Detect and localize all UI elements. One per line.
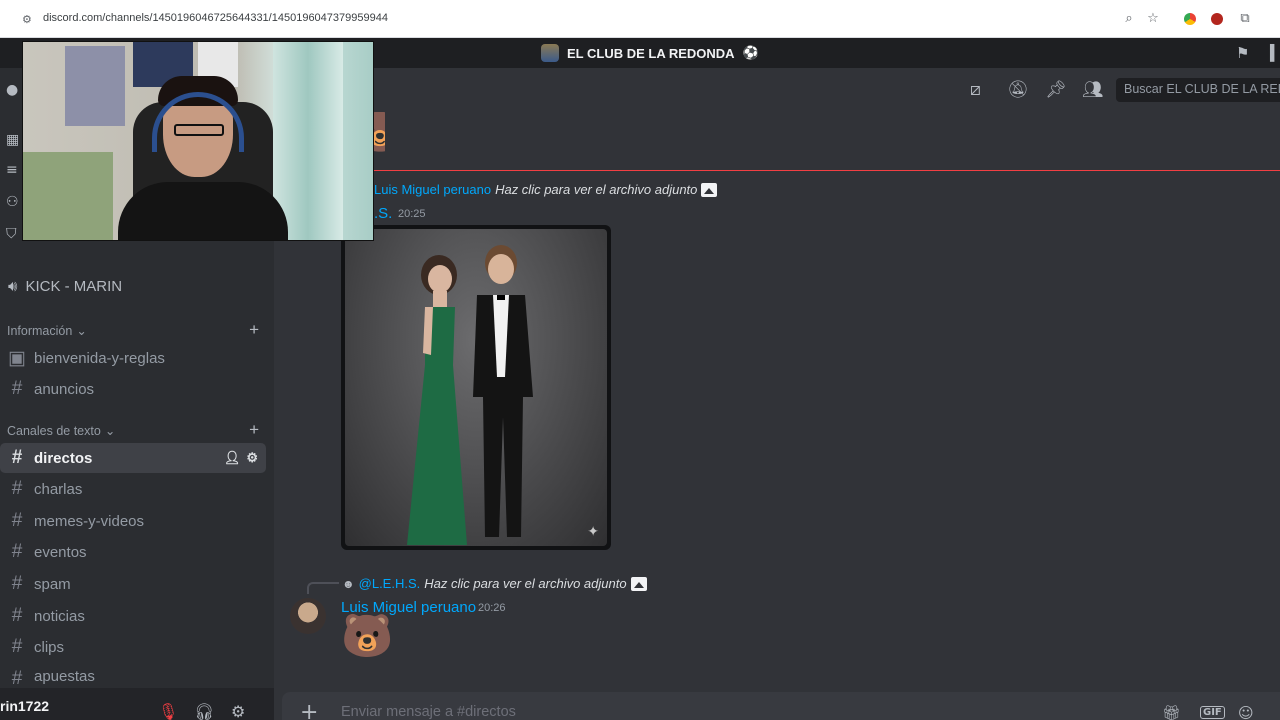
extension-red-icon[interactable] — [1211, 13, 1223, 25]
reply-text: Haz clic para ver el archivo adjunto — [424, 576, 627, 591]
hash-icon: # — [11, 541, 23, 562]
invite-icon[interactable]: 👤︎ — [224, 450, 241, 466]
message-timestamp: 20:25 — [398, 208, 426, 220]
category-informacion[interactable]: Información ⌄ + — [7, 320, 259, 340]
channel-memes-y-videos[interactable]: # memes-y-videos — [0, 506, 266, 536]
category-label: Información — [7, 323, 73, 338]
channel-directos[interactable]: # directos 👤︎ ⚙ — [0, 443, 266, 473]
member-list-icon[interactable]: 👥︎ — [1082, 80, 1104, 100]
gear-icon[interactable]: ⚙ — [246, 450, 258, 466]
channel-spam[interactable]: # spam — [0, 569, 266, 599]
menu-icon[interactable]: ▍ — [1270, 44, 1280, 62]
channel-label: charlas — [34, 480, 83, 498]
hash-icon: # — [11, 605, 23, 626]
notification-muted-icon[interactable]: 🔕︎ — [1007, 80, 1029, 100]
channel-label: clips — [34, 638, 65, 656]
username[interactable]: rin1722 — [0, 698, 49, 714]
chevron-down-icon: ⌄ — [104, 424, 116, 438]
server-name: EL CLUB DE LA REDONDA — [567, 45, 735, 61]
soccer-ball-icon: ⚽ — [742, 45, 759, 60]
hash-icon: # — [11, 447, 23, 468]
star-icon[interactable]: ☆ — [1145, 11, 1161, 26]
channel-label: noticias — [34, 607, 85, 625]
user-panel: rin1722 🎙︎ 🎧︎ ⚙ — [0, 688, 274, 720]
channel-eventos[interactable]: # eventos — [0, 537, 266, 567]
hash-icon: # — [11, 510, 23, 531]
category-label: Canales de texto — [7, 423, 101, 438]
channel-charlas[interactable]: # charlas — [0, 474, 266, 504]
reply-reference[interactable]: ☻ @L.E.H.S. Haz clic para ver el archivo… — [342, 576, 647, 591]
man-figure — [473, 245, 533, 537]
reply-mention[interactable]: @L.E.H.S. — [359, 576, 421, 591]
streamer — [118, 76, 288, 240]
add-channel-icon[interactable]: + — [249, 420, 259, 440]
hash-icon: # — [11, 636, 23, 657]
channel-label: bienvenida-y-reglas — [34, 349, 165, 367]
hash-icon: # — [11, 378, 23, 399]
extension-chrome-icon[interactable] — [1184, 13, 1196, 25]
new-messages-divider — [274, 170, 1280, 171]
sticker-icon[interactable]: ☺ — [1238, 704, 1254, 720]
sparkle-icon: ✦ — [587, 524, 599, 540]
image-attachment-icon — [701, 182, 718, 197]
webcam-overlay — [22, 41, 374, 241]
channel-noticias[interactable]: # noticias — [0, 601, 266, 631]
couple-photo: ✦ — [345, 229, 607, 546]
add-attachment-icon[interactable]: + — [300, 700, 318, 720]
url-text[interactable]: discord.com/channels/1450196046725644331… — [43, 12, 388, 24]
channel-anuncios[interactable]: # anuncios — [0, 374, 266, 404]
channel-label: directos — [34, 449, 93, 467]
message-input[interactable]: Enviar mensaje a #directos — [341, 704, 516, 720]
category-canales-de-texto[interactable]: Canales de texto ⌄ + — [7, 420, 259, 440]
channel-label: anuncios — [34, 380, 95, 398]
voice-channel-label: KICK - MARIN — [25, 278, 123, 295]
speaker-icon: 🔊︎ — [8, 278, 18, 295]
gift-icon[interactable]: 🎁︎ — [1162, 704, 1181, 720]
channel-bienvenida-y-reglas[interactable]: ▣ bienvenida-y-reglas — [0, 343, 266, 373]
reply-text: Haz clic para ver el archivo adjunto — [495, 182, 698, 197]
chevron-down-icon: ⌄ — [76, 324, 87, 338]
flag-icon[interactable]: ⚑ — [1236, 44, 1249, 62]
image-attachment-icon — [630, 576, 647, 591]
channel-clips[interactable]: # clips — [0, 632, 266, 662]
message-timestamp: 20:26 — [478, 602, 506, 614]
avatar[interactable] — [290, 598, 326, 634]
user-settings-gear-icon[interactable]: ⚙ — [231, 702, 245, 720]
threads-icon[interactable]: ⧄ — [970, 80, 981, 100]
reply-avatar-icon: ☻ — [342, 576, 355, 591]
extension-icon[interactable]: ⧉ — [1237, 11, 1253, 26]
browser-address-bar: ⚙ discord.com/channels/14501960467256443… — [0, 0, 1280, 38]
channel-label: apuestas — [34, 668, 95, 685]
reply-spine — [307, 582, 339, 594]
voice-channel-kick-marin[interactable]: 🔊︎ KICK - MARIN — [8, 278, 122, 295]
reply-mention[interactable]: Luis Miguel peruano — [374, 182, 491, 197]
channel-label: spam — [34, 575, 71, 593]
channel-label: memes-y-videos — [34, 512, 145, 530]
mic-muted-icon[interactable]: 🎙︎ — [158, 702, 178, 720]
bear-sticker: 🐻 — [341, 611, 394, 660]
add-channel-icon[interactable]: + — [249, 320, 259, 340]
channel-label: eventos — [34, 543, 87, 561]
image-attachment[interactable]: ✦ — [341, 225, 611, 550]
search-input[interactable]: Buscar EL CLUB DE LA RED — [1116, 78, 1280, 102]
pin-icon[interactable]: 📌︎ — [1045, 80, 1067, 100]
hash-icon: # — [11, 668, 23, 686]
message-composer[interactable]: + Enviar mensaje a #directos 🎁︎ GIF ☺ — [282, 692, 1280, 720]
hash-icon: # — [11, 573, 23, 594]
reply-reference[interactable]: Luis Miguel peruano Haz clic para ver el… — [374, 182, 718, 197]
headphones-icon[interactable]: 🎧︎ — [194, 702, 214, 720]
gif-icon[interactable]: GIF — [1200, 706, 1225, 719]
zoom-icon[interactable]: ⌕ — [1121, 11, 1137, 26]
message-author[interactable]: .S. — [374, 205, 392, 222]
channel-apuestas[interactable]: # apuestas — [0, 664, 266, 686]
tune-icon[interactable]: ⚙ — [22, 13, 32, 26]
rules-icon: ▣ — [8, 347, 26, 369]
hash-icon: # — [11, 478, 23, 499]
server-title: EL CLUB DE LA REDONDA ⚽ — [541, 44, 759, 62]
server-avatar-icon — [541, 44, 559, 62]
